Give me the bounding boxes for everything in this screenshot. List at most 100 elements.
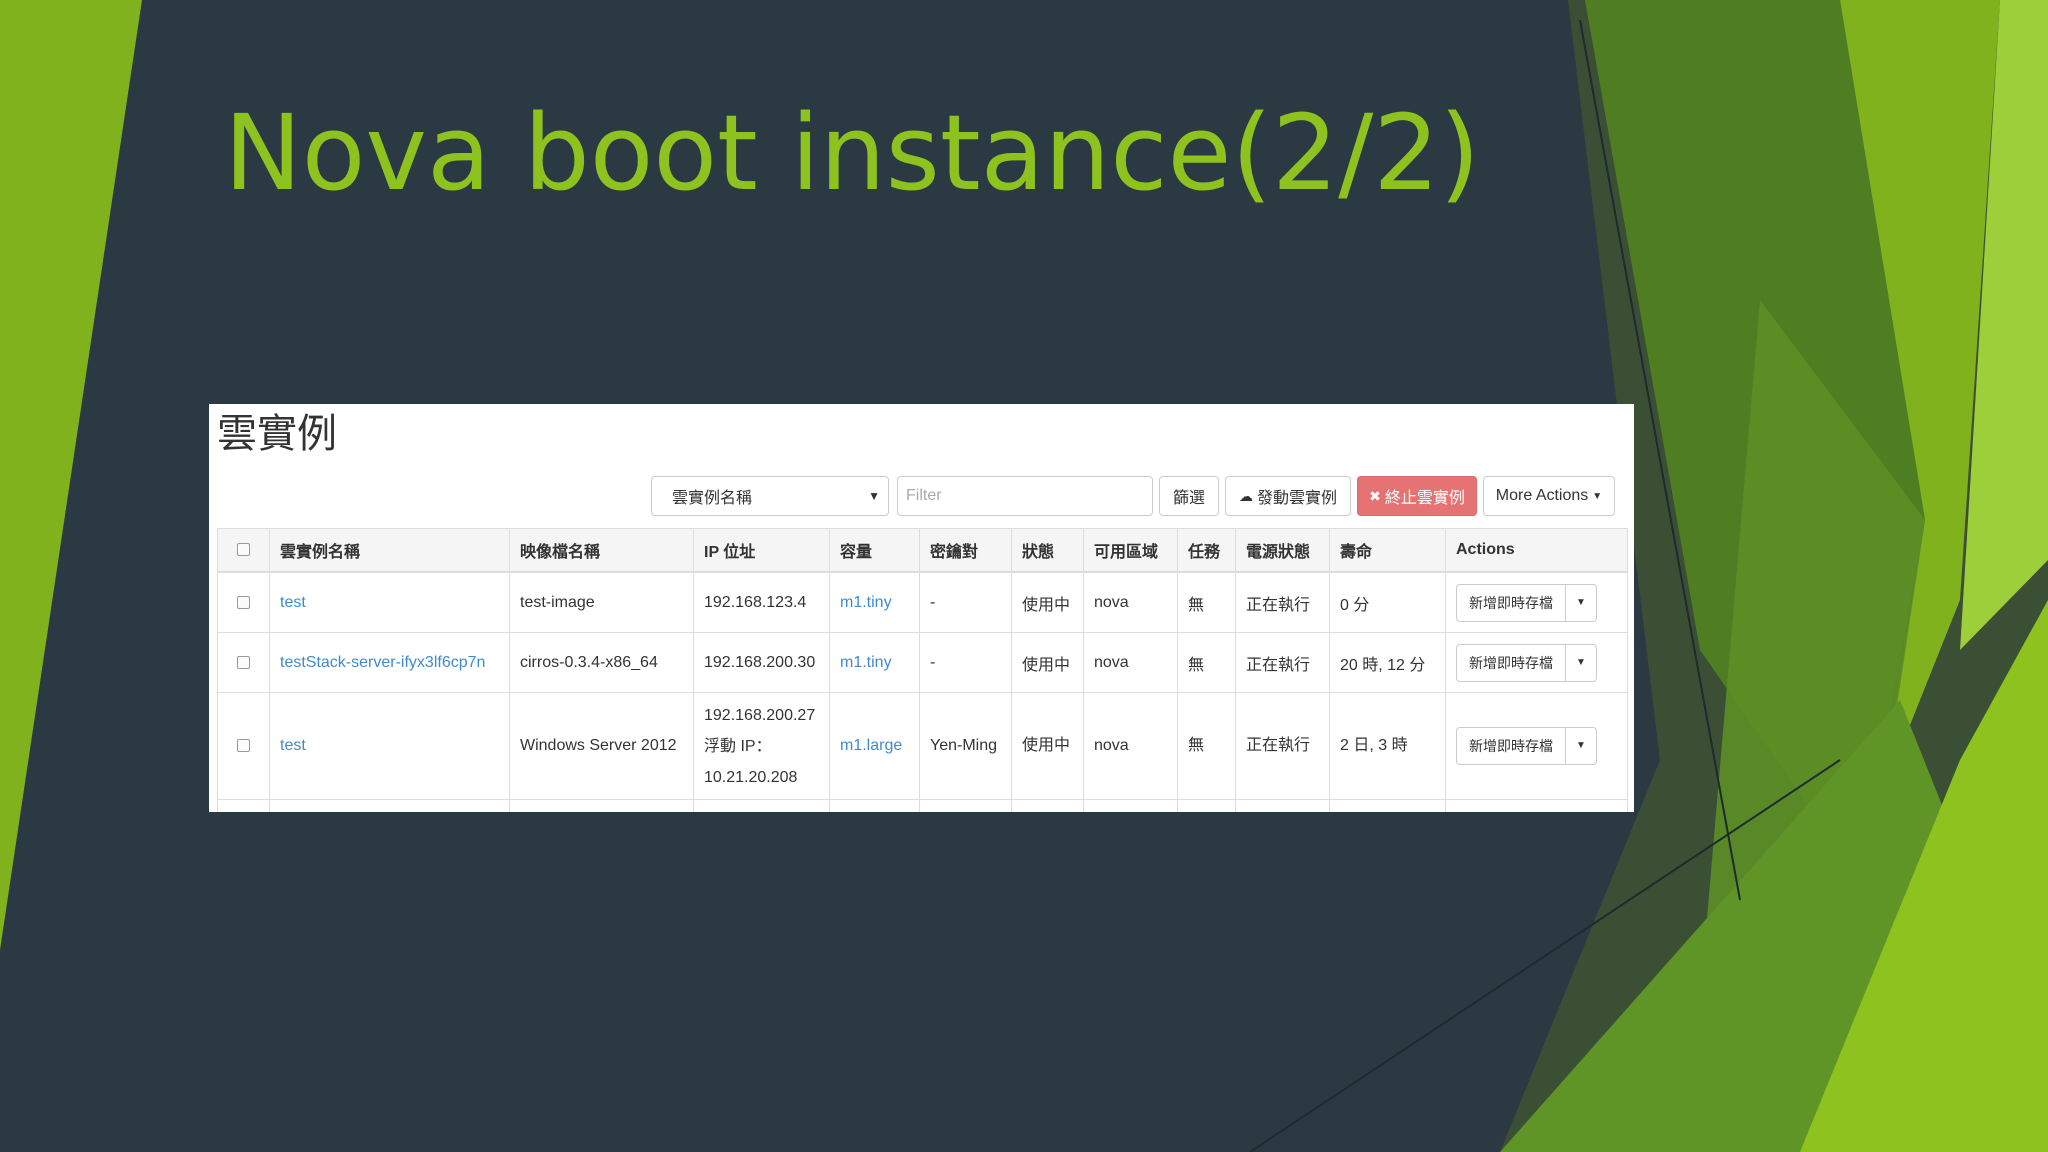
flavor-cell: m1.large (829, 692, 920, 800)
empty-cell (693, 799, 830, 812)
create-snapshot-button[interactable]: 新增即時存檔 (1456, 643, 1566, 682)
floating-ip: 10.21.20.208 (704, 768, 798, 786)
column-header[interactable]: IP 位址 (693, 528, 830, 573)
column-header[interactable]: 容量 (829, 528, 920, 573)
task-cell: 無 (1177, 571, 1236, 633)
column-header[interactable]: 電源狀態 (1235, 528, 1330, 573)
terminate-instances-button[interactable]: ✖ 終止雲實例 (1357, 476, 1477, 516)
actions-cell: 新增即時存檔 ▼ (1445, 692, 1628, 800)
empty-cell (1329, 799, 1446, 812)
column-header[interactable]: 映像檔名稱 (509, 528, 694, 573)
floating-ip-label: 浮動 IP： (704, 737, 772, 755)
row-checkbox-cell (217, 571, 270, 633)
page-heading: 雲實例 (217, 411, 337, 457)
column-header[interactable]: 壽命 (1329, 528, 1446, 573)
filter-field-select-value: 雲實例名稱 (672, 490, 753, 507)
power-state-cell: 正在執行 (1235, 571, 1330, 633)
row-checkbox-cell (217, 632, 270, 693)
empty-cell (1011, 799, 1084, 812)
instance-name-cell: testStack-server-ifyx3lf6cp7n (269, 632, 510, 693)
filter-input-placeholder: Filter (906, 487, 942, 504)
table-row-partial (217, 799, 1628, 812)
age-cell: 0 分 (1329, 571, 1446, 633)
ip-address-cell: 192.168.123.4 (693, 571, 830, 633)
ip-address-cell: 192.168.200.30 (693, 632, 830, 693)
power-state-cell: 正在執行 (1235, 632, 1330, 693)
select-all-checkbox[interactable] (237, 543, 250, 557)
filter-button-label: 篩選 (1172, 490, 1205, 507)
left-green-stripe (0, 0, 142, 950)
row-checkbox-cell (217, 692, 270, 800)
ip-address-cell: 192.168.200.27 浮動 IP： 10.21.20.208 (693, 692, 830, 800)
empty-cell (1235, 799, 1330, 812)
flavor-link[interactable]: m1.large (840, 737, 902, 754)
row-actions-dropdown-toggle[interactable]: ▼ (1566, 727, 1597, 765)
caret-down-icon: ▼ (1576, 597, 1586, 608)
image-name-cell: cirros-0.3.4-x86_64 (509, 632, 694, 693)
availability-zone-cell: nova (1083, 692, 1178, 800)
instance-name-link[interactable]: testStack-server-ifyx3lf6cp7n (280, 654, 485, 671)
status-cell: 使用中 (1011, 632, 1084, 693)
age-cell: 2 日, 3 時 (1329, 692, 1446, 800)
more-actions-label: More Actions (1495, 487, 1589, 504)
caret-down-icon: ▼ (1592, 490, 1603, 502)
instance-name-cell: test (269, 571, 510, 633)
age-cell: 20 時, 12 分 (1329, 632, 1446, 693)
row-actions-dropdown-toggle[interactable]: ▼ (1566, 583, 1597, 622)
actions-cell: 新增即時存檔 ▼ (1445, 571, 1628, 633)
keypair-cell: Yen-Ming (919, 692, 1012, 800)
column-header[interactable]: 任務 (1177, 528, 1236, 573)
column-header[interactable]: 密鑰對 (919, 528, 1012, 573)
fixed-ip: 192.168.200.27 (704, 706, 816, 724)
cloud-upload-icon: ☁ (1238, 487, 1253, 504)
launch-instance-label: 發動雲實例 (1256, 490, 1337, 507)
status-cell: 使用中 (1011, 571, 1084, 633)
column-header[interactable]: 狀態 (1011, 528, 1084, 573)
status-cell: 使用中 (1011, 692, 1084, 800)
chevron-down-icon: ▼ (868, 489, 880, 503)
instances-table: 雲實例名稱 映像檔名稱 IP 位址 容量 密鑰對 狀態 可用區域 任務 電源狀態… (217, 528, 1628, 812)
power-state-cell: 正在執行 (1235, 692, 1330, 800)
caret-down-icon: ▼ (1576, 740, 1586, 751)
availability-zone-cell: nova (1083, 571, 1178, 633)
filter-field-select[interactable]: 雲實例名稱 ▼ (651, 476, 889, 516)
keypair-cell: - (919, 632, 1012, 693)
row-actions-group: 新增即時存檔 ▼ (1456, 643, 1597, 682)
instance-name-link[interactable]: test (280, 594, 306, 611)
table-header-row: 雲實例名稱 映像檔名稱 IP 位址 容量 密鑰對 狀態 可用區域 任務 電源狀態… (217, 528, 1628, 573)
flavor-link[interactable]: m1.tiny (840, 654, 892, 671)
availability-zone-cell: nova (1083, 632, 1178, 693)
terminate-instances-label: 終止雲實例 (1384, 490, 1465, 507)
caret-down-icon: ▼ (1576, 657, 1586, 668)
create-snapshot-button[interactable]: 新增即時存檔 (1456, 583, 1566, 622)
task-cell: 無 (1177, 632, 1236, 693)
column-header[interactable]: 可用區域 (1083, 528, 1178, 573)
image-name-cell: Windows Server 2012 (509, 692, 694, 800)
empty-cell (1083, 799, 1178, 812)
column-header[interactable]: 雲實例名稱 (269, 528, 510, 573)
row-checkbox[interactable] (237, 595, 250, 609)
instance-name-link[interactable]: test (280, 737, 306, 754)
row-actions-dropdown-toggle[interactable]: ▼ (1566, 643, 1597, 682)
row-checkbox[interactable] (237, 739, 250, 753)
create-snapshot-button[interactable]: 新增即時存檔 (1456, 727, 1566, 765)
column-header: Actions (1445, 528, 1628, 573)
empty-cell (919, 799, 1012, 812)
close-icon: ✖ (1369, 487, 1381, 504)
row-checkbox[interactable] (237, 655, 250, 669)
image-name-cell: test-image (509, 571, 694, 633)
empty-cell (269, 799, 510, 812)
filter-button[interactable]: 篩選 (1159, 476, 1219, 516)
row-actions-group: 新增即時存檔 ▼ (1456, 583, 1597, 622)
more-actions-button[interactable]: More Actions ▼ (1483, 476, 1615, 516)
filter-input[interactable]: Filter (897, 476, 1153, 516)
actions-cell: 新增即時存檔 ▼ (1445, 632, 1628, 693)
horizon-instances-screenshot: 雲實例 雲實例名稱 ▼ Filter 篩選 ☁ 發動雲實例 ✖ 終止雲實例 Mo… (209, 404, 1634, 812)
launch-instance-button[interactable]: ☁ 發動雲實例 (1225, 476, 1351, 516)
table-row: test Windows Server 2012 192.168.200.27 … (217, 692, 1628, 800)
slide-title: Nova boot instance(2/2) (224, 92, 1480, 214)
row-actions-group: 新增即時存檔 ▼ (1456, 727, 1597, 765)
table-row: test test-image 192.168.123.4 m1.tiny - … (217, 571, 1628, 633)
flavor-link[interactable]: m1.tiny (840, 594, 892, 611)
empty-cell (1445, 799, 1628, 812)
